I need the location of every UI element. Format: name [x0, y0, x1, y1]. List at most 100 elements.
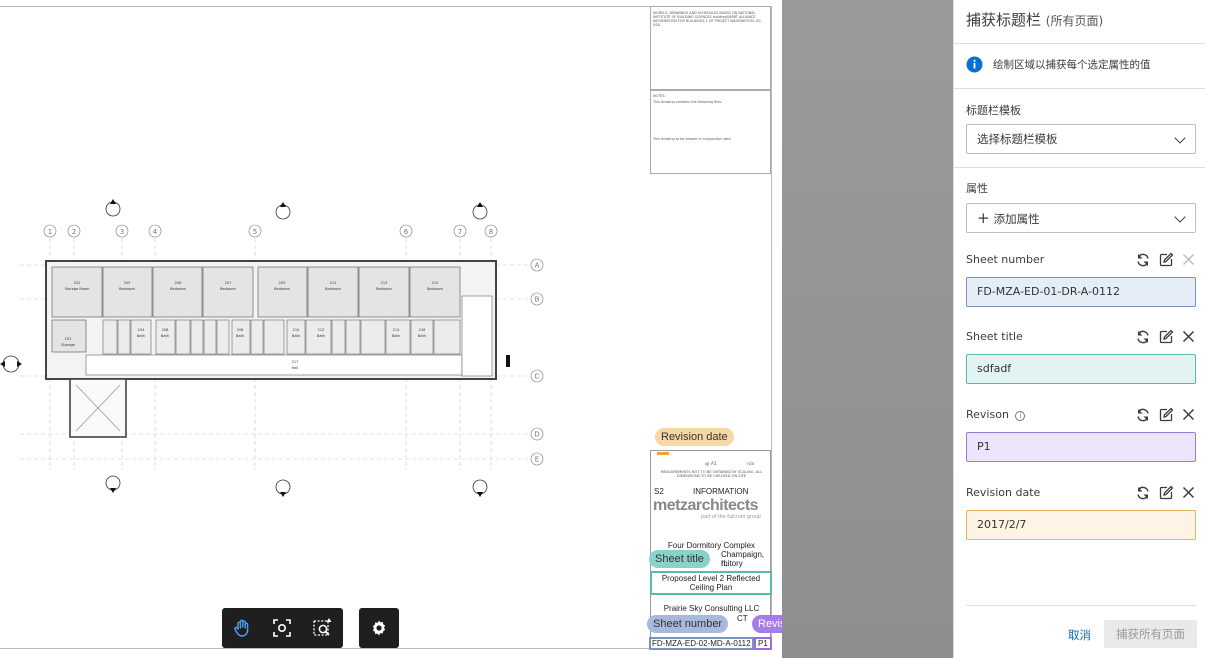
storage-name: Storage: [61, 343, 75, 347]
pan-tool-button[interactable]: [227, 613, 257, 643]
settings-toolbar: [359, 608, 399, 648]
info-circle-icon: i: [1015, 411, 1026, 421]
grid-number-label: 6: [404, 228, 409, 236]
property-label: Revision date: [966, 486, 1040, 499]
refresh-icon: [1136, 408, 1149, 421]
edit-icon: [1159, 252, 1173, 266]
property-value-field[interactable]: P1: [966, 432, 1196, 462]
property-label-text: Sheet number: [966, 253, 1045, 266]
edit-button[interactable]: [1157, 406, 1174, 423]
divider: [954, 88, 1205, 89]
remove-button[interactable]: [1180, 406, 1197, 423]
remove-button: [1180, 251, 1197, 268]
template-section-label: 标题栏模板: [966, 104, 1021, 117]
panel-title-suffix: (所有页面): [1045, 14, 1104, 28]
project-line-1: Four Dormitory Complex: [667, 541, 756, 550]
information-label: INFORMATION: [693, 487, 749, 496]
grid-number-label: 2: [72, 228, 76, 236]
company-subtitle: part of the fulcrum group: [701, 514, 761, 520]
room-name: Bedroom: [427, 287, 443, 291]
divider: [954, 167, 1205, 168]
canvas-background: [782, 0, 953, 658]
room-name: Bedroom: [119, 287, 135, 291]
divider: [954, 43, 1205, 44]
client-name: Prairie Sky Consulting LLC: [663, 604, 760, 613]
revision-tag[interactable]: Revison: [752, 615, 782, 633]
grid-letter-label: A: [535, 262, 540, 270]
template-select[interactable]: 选择标题栏模板: [966, 124, 1196, 154]
measure-note: MEASUREMENTS NOT TO BE OBTAINED BY SCALI…: [660, 470, 763, 478]
fit-to-view-button[interactable]: [267, 613, 297, 643]
revision-region[interactable]: P1: [754, 637, 772, 650]
grid-letter-label: E: [535, 456, 539, 464]
property-label: Sheet number: [966, 253, 1044, 266]
drawing-canvas[interactable]: 1 2 3 4 5 6 7 8 A B C D E 202 Storage Room 205 Bedroom 2…: [0, 0, 782, 658]
titleblock-orange-mark: [657, 452, 669, 455]
room-name: Bedroom: [376, 287, 392, 291]
room-name: Bedroom: [220, 287, 236, 291]
edit-button[interactable]: [1157, 328, 1174, 345]
titleblock-notes: NOTES: This drawing contains the followi…: [650, 90, 771, 174]
bath-name: Bath: [317, 334, 325, 338]
property-label-text: Sheet title: [966, 330, 1023, 343]
recapture-button[interactable]: [1134, 406, 1151, 423]
room-name: Bedroom: [325, 287, 341, 291]
property-actions: [1134, 251, 1197, 268]
project-line-3: mitory: [721, 559, 743, 568]
edit-button[interactable]: [1157, 251, 1174, 268]
hall-number: 217: [292, 360, 299, 364]
room-number: 213: [381, 281, 388, 285]
property-value-field[interactable]: sdfadf: [966, 354, 1196, 384]
panel-title: 捕获标题栏 (所有页面): [966, 9, 1103, 30]
room-number: 207: [225, 281, 232, 285]
remove-button[interactable]: [1180, 484, 1197, 501]
sheet-title-tag[interactable]: Sheet title: [649, 550, 710, 568]
sheet-number-tag[interactable]: Sheet number: [647, 615, 729, 633]
template-select-placeholder: 选择标题栏模板: [977, 132, 1058, 146]
add-property-select[interactable]: + 添加属性: [966, 203, 1196, 233]
capture-titleblock-panel: 捕获标题栏 (所有页面) 绘制区域以捕获每个选定属性的值 标题栏模板 选择标题栏…: [953, 0, 1205, 658]
titleblock-top-note: MODELS, DRAWINGS AND SCHEDULES BASED ON …: [653, 11, 762, 27]
grid-number-label: 4: [153, 228, 158, 236]
edit-button[interactable]: [1157, 484, 1174, 501]
recapture-button[interactable]: [1134, 484, 1151, 501]
notes-heading: NOTES:: [653, 94, 666, 98]
properties-section-label: 属性: [966, 182, 988, 195]
close-icon: [1182, 486, 1195, 499]
settings-button[interactable]: [364, 613, 394, 643]
room-name: Bedroom: [274, 287, 290, 291]
revision-date-tag[interactable]: Revision date: [655, 428, 734, 446]
recapture-button[interactable]: [1134, 251, 1151, 268]
recapture-button[interactable]: [1134, 328, 1151, 345]
info-text: 绘制区域以捕获每个选定属性的值: [993, 59, 1151, 71]
zoom-window-button[interactable]: [308, 613, 338, 643]
cancel-button[interactable]: 取消: [1068, 627, 1091, 643]
zoom-window-icon: [313, 618, 332, 636]
titleblock-notes-top: MODELS, DRAWINGS AND SCHEDULES BASED ON …: [650, 6, 771, 90]
room-number: 205: [124, 281, 131, 285]
property-actions: [1134, 328, 1197, 345]
info-icon: [966, 56, 983, 73]
edit-icon: [1159, 485, 1173, 499]
hall-name: Hall: [292, 366, 299, 370]
view-toolbar: [222, 608, 343, 648]
refresh-icon: [1136, 330, 1149, 343]
gear-icon: [372, 620, 386, 636]
room-number: 202: [74, 281, 81, 285]
hand-icon: [234, 619, 249, 637]
property-value-field[interactable]: FD-MZA-ED-01-DR-A-0112: [966, 277, 1196, 307]
capture-all-pages-button[interactable]: 捕获所有页面: [1104, 620, 1197, 648]
remove-button[interactable]: [1180, 328, 1197, 345]
room-number: 211: [330, 281, 337, 285]
sheet-title-region-text: Proposed Level 2 Reflected Ceiling Plan: [661, 574, 761, 592]
sheet-number-region[interactable]: FD-MZA-ED-02-MD-A-0112: [649, 637, 754, 650]
property-actions: [1134, 406, 1197, 423]
sheet-title-region[interactable]: Proposed Level 2 Reflected Ceiling Plan: [650, 571, 772, 595]
property-value-field[interactable]: 2017/2/7: [966, 510, 1196, 540]
bath-number: 210: [293, 328, 300, 332]
floor-plan: 1 2 3 4 5 6 7 8 A B C D E 202 Storage Room 205 Bedroom 2…: [0, 199, 544, 497]
bath-name: Bath: [161, 334, 169, 338]
bath-number: 212: [318, 328, 325, 332]
scale-na: n/a: [747, 462, 755, 467]
chevron-down-icon: [1174, 211, 1186, 223]
